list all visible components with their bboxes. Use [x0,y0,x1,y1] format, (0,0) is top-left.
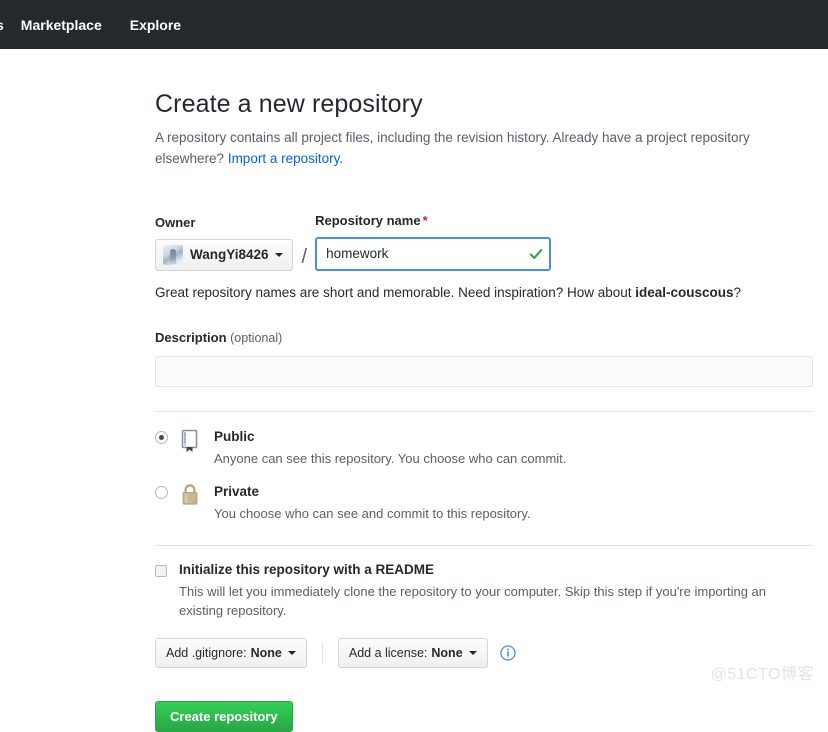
description-label: Description (optional) [155,330,282,345]
license-prefix: Add a license: [348,645,428,660]
chevron-down-icon [274,252,283,257]
page-subtitle: A repository contains all project files,… [155,128,813,170]
visibility-option-public[interactable]: Public Anyone can see this repository. Y… [155,428,813,466]
divider-above-visibility [155,410,813,412]
submit-row: Create repository [155,700,813,732]
repository-name-label-text: Repository name [315,212,421,228]
license-dropdown-button[interactable]: Add a license: None [337,637,488,668]
description-field-group: Description (optional) [155,329,813,387]
repository-name-input-wrapper [315,236,552,271]
nav-item-partial[interactable]: s [0,18,4,32]
repository-name-label: Repository name * [315,213,551,228]
nav-item-explore[interactable]: Explore [130,18,181,32]
radio-private[interactable] [155,485,168,499]
nav-item-marketplace[interactable]: Marketplace [21,18,102,32]
page-body: Create a new repository A repository con… [0,49,828,732]
description-optional-label: (optional) [230,330,283,345]
visibility-option-private[interactable]: Private You choose who can see and commi… [155,483,813,521]
owner-label: Owner [155,214,196,230]
owner-dropdown-button[interactable]: WangYi8426 [155,238,293,271]
description-label-text: Description [155,329,227,345]
readme-description: This will let you immediately clone the … [179,583,767,618]
info-circle-icon[interactable] [499,644,516,661]
watermark: @51CTO博客 [710,666,814,683]
description-input[interactable] [155,355,813,387]
visibility-private-text: Private You choose who can see and commi… [214,483,531,521]
import-repository-link[interactable]: Import a repository. [228,151,343,166]
page-title: Create a new repository [155,90,423,118]
avatar [163,244,183,265]
visibility-public-text: Public Anyone can see this repository. Y… [214,428,566,466]
hint-suggested-name[interactable]: ideal-couscous [635,285,733,300]
top-navigation-bar: s Marketplace Explore [0,0,828,49]
chevron-down-icon [468,650,477,655]
hint-suffix: ? [733,284,742,300]
lock-icon [180,483,204,513]
visibility-public-description: Anyone can see this repository. You choo… [214,450,567,466]
create-repository-button[interactable]: Create repository [155,700,293,732]
visibility-options: Public Anyone can see this repository. Y… [155,428,813,521]
extras-separator [321,641,323,664]
repository-name-field-group: Repository name * [315,213,552,271]
hint-prefix: Great repository names are short and mem… [155,284,636,300]
gitignore-dropdown-button[interactable]: Add .gitignore: None [155,637,307,668]
readme-checkbox-row[interactable]: Initialize this repository with a README [155,562,813,577]
readme-section: Initialize this repository with a README… [155,562,813,668]
owner-name: WangYi8426 [190,247,269,263]
required-asterisk: * [422,212,428,228]
new-repository-form: Create a new repository A repository con… [155,90,813,732]
checkbox-initialize-readme[interactable] [155,564,167,577]
gitignore-value: None [250,645,282,660]
repo-book-icon [180,428,204,458]
readme-title: Initialize this repository with a README [179,561,435,577]
gitignore-prefix: Add .gitignore: [166,645,247,660]
owner-field-group: Owner WangYi8426 [155,215,293,271]
divider-above-readme [155,544,813,546]
repository-name-input[interactable] [315,236,552,271]
radio-public[interactable] [155,430,168,444]
visibility-public-title: Public [214,428,255,444]
owner-and-name-row: Owner WangYi8426 / Repository name * [155,213,813,271]
visibility-private-description: You choose who can see and commit to thi… [214,505,531,521]
visibility-private-title: Private [214,483,260,499]
repository-name-hint: Great repository names are short and mem… [155,285,813,300]
owner-name-separator: / [301,245,308,268]
license-value: None [431,645,463,660]
chevron-down-icon [287,650,296,655]
